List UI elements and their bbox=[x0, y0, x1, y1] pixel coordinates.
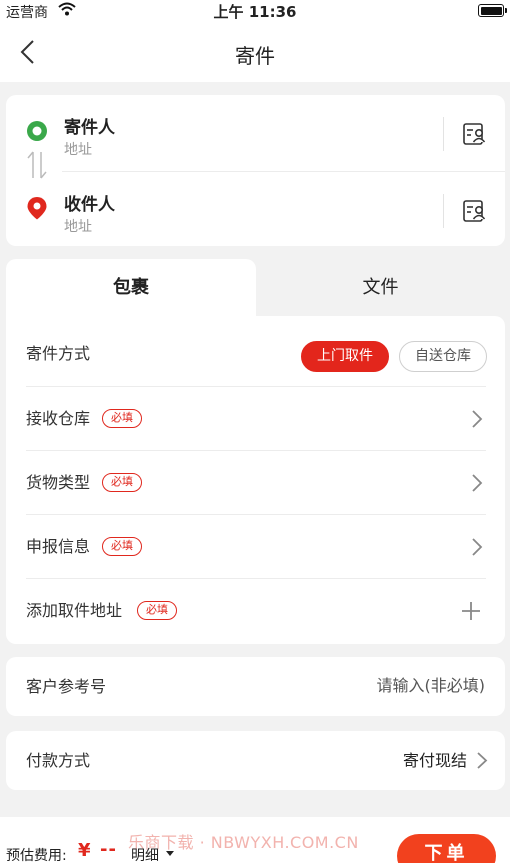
page-title: 寄件 bbox=[235, 44, 275, 68]
sender-address: 地址 bbox=[64, 142, 92, 158]
required-badge: 必填 bbox=[102, 409, 142, 428]
nav-bar: 寄件 bbox=[0, 22, 510, 82]
sender-pin-icon bbox=[27, 121, 47, 141]
cargo-type-row[interactable]: 货物类型 必填 bbox=[6, 451, 505, 515]
swap-icon[interactable] bbox=[24, 148, 50, 182]
declaration-info-label: 申报信息 bbox=[26, 537, 91, 556]
address-book-icon[interactable] bbox=[462, 121, 488, 147]
tab-document[interactable]: 文件 bbox=[256, 259, 505, 317]
shipping-method-row: 寄件方式 上门取件 自送仓库 bbox=[6, 321, 505, 387]
pickup-address-label: 添加取件地址 bbox=[26, 601, 123, 620]
receiving-warehouse-row[interactable]: 接收仓库 必填 bbox=[6, 387, 505, 451]
sender-name: 寄件人 bbox=[64, 118, 115, 138]
chevron-right-icon bbox=[477, 752, 488, 769]
status-time: 上午 11:36 bbox=[213, 3, 297, 21]
address-book-icon[interactable] bbox=[462, 198, 488, 224]
receiver-pin-icon bbox=[27, 197, 47, 220]
sender-row[interactable]: 寄件人 地址 bbox=[6, 95, 505, 169]
divider bbox=[443, 117, 444, 151]
divider bbox=[443, 194, 444, 228]
bottom-bar: 乐商下载 · NBWYXH.COM.CN 预估费用: ¥ -- 明细 下单 bbox=[0, 817, 510, 863]
estimate-label: 预估费用: bbox=[6, 848, 67, 863]
shipping-method-label: 寄件方式 bbox=[26, 344, 91, 363]
estimate-amount: -- bbox=[100, 839, 117, 860]
required-badge: 必填 bbox=[102, 473, 142, 492]
reference-label: 客户参考号 bbox=[26, 677, 107, 696]
payment-label: 付款方式 bbox=[26, 751, 91, 770]
chevron-right-icon bbox=[472, 474, 483, 492]
currency-symbol: ¥ bbox=[78, 840, 91, 861]
receiver-name: 收件人 bbox=[64, 195, 115, 215]
battery-icon bbox=[478, 4, 507, 17]
status-bar: 运营商 上午 11:36 bbox=[0, 0, 510, 22]
reference-card[interactable]: 客户参考号 请输入(非必填) bbox=[6, 657, 505, 716]
payment-card[interactable]: 付款方式 寄付现结 bbox=[6, 731, 505, 790]
required-badge: 必填 bbox=[137, 601, 177, 620]
chevron-right-icon bbox=[472, 410, 483, 428]
detail-toggle[interactable]: 明细 bbox=[131, 845, 159, 863]
receiving-warehouse-label: 接收仓库 bbox=[26, 409, 91, 428]
caret-down-icon[interactable] bbox=[166, 851, 174, 856]
pickup-option-button[interactable]: 上门取件 bbox=[301, 341, 389, 372]
declaration-info-row[interactable]: 申报信息 必填 bbox=[6, 515, 505, 579]
tab-package[interactable]: 包裹 bbox=[6, 259, 256, 319]
receiver-address: 地址 bbox=[64, 219, 92, 235]
plus-icon[interactable] bbox=[461, 601, 481, 621]
required-badge: 必填 bbox=[102, 537, 142, 556]
self-dropoff-option-button[interactable]: 自送仓库 bbox=[399, 341, 487, 372]
payment-value: 寄付现结 bbox=[402, 751, 467, 770]
chevron-right-icon bbox=[472, 538, 483, 556]
shipment-form: 寄件方式 上门取件 自送仓库 接收仓库 必填 货物类型 必填 申报信息 必填 添… bbox=[6, 316, 505, 644]
watermark: 乐商下载 · NBWYXH.COM.CN bbox=[128, 833, 359, 852]
pickup-address-row[interactable]: 添加取件地址 必填 bbox=[6, 579, 505, 643]
reference-input[interactable]: 请输入(非必填) bbox=[377, 657, 486, 714]
address-card: 寄件人 地址 收件人 地址 bbox=[6, 95, 505, 246]
place-order-button[interactable]: 下单 bbox=[397, 834, 496, 863]
cargo-type-label: 货物类型 bbox=[26, 473, 91, 492]
receiver-row[interactable]: 收件人 地址 bbox=[6, 172, 505, 246]
